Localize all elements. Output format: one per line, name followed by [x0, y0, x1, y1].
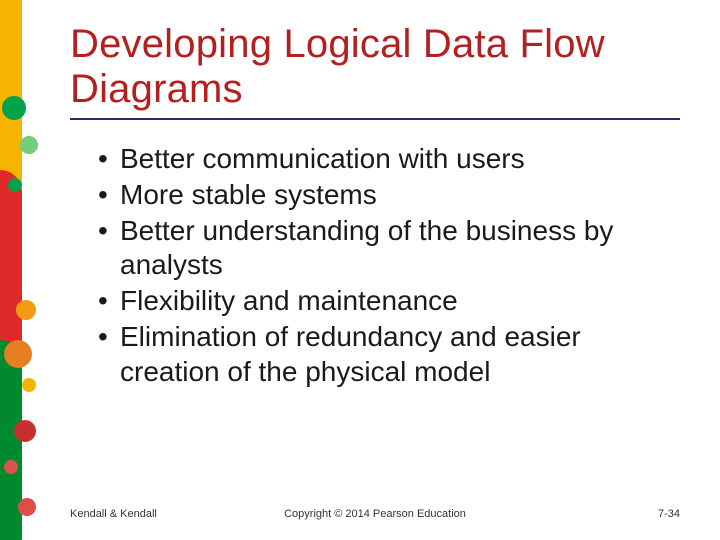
list-item: Elimination of redundancy and easier cre… — [98, 320, 680, 388]
list-item: Flexibility and maintenance — [98, 284, 680, 318]
footer: Kendall & Kendall Copyright © 2014 Pears… — [70, 508, 680, 520]
list-item: More stable systems — [98, 178, 680, 212]
slide-title: Developing Logical Data Flow Diagrams — [70, 22, 680, 120]
list-item: Better understanding of the business by … — [98, 214, 680, 282]
bullet-list: Better communication with users More sta… — [70, 142, 680, 389]
list-item: Better communication with users — [98, 142, 680, 176]
footer-copyright: Copyright © 2014 Pearson Education — [70, 508, 680, 520]
slide: Developing Logical Data Flow Diagrams Be… — [0, 0, 720, 540]
